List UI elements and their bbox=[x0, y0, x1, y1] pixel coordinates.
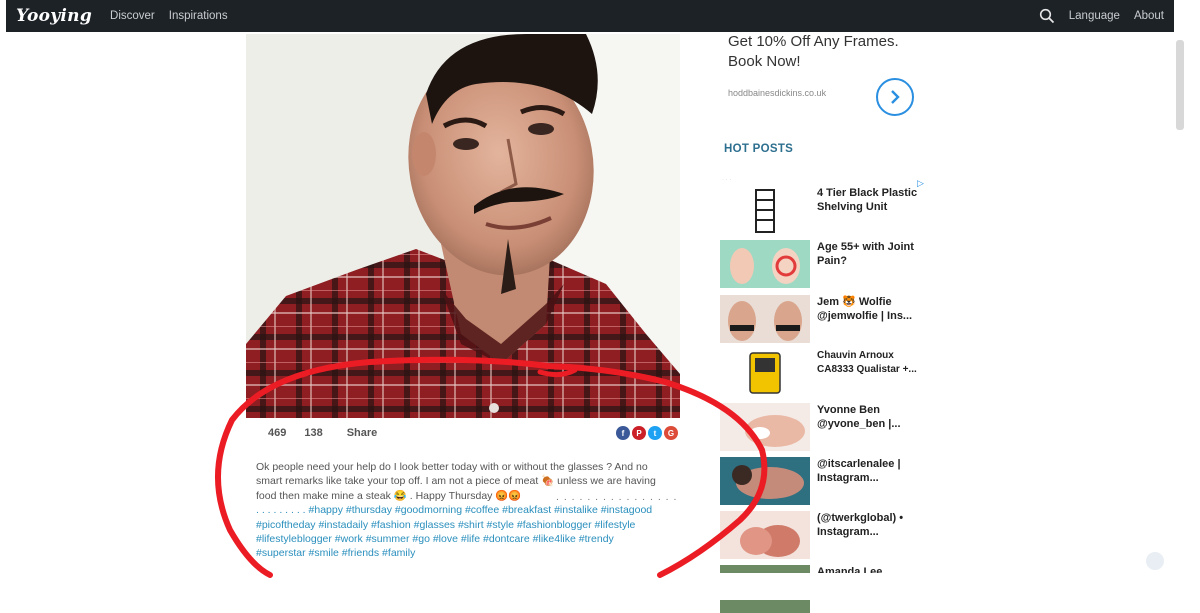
hashtags-line[interactable]: #picoftheday #instadaily #fashion #glass… bbox=[256, 518, 676, 532]
post-thumbnail[interactable] bbox=[720, 295, 810, 343]
nav-link-about[interactable]: About bbox=[1134, 10, 1164, 22]
post-title[interactable]: Jem 🐯 Wolfie @jemwolfie | Ins... bbox=[817, 295, 927, 343]
post-photo[interactable] bbox=[246, 34, 680, 418]
post-thumbnail[interactable] bbox=[720, 349, 810, 397]
share-button[interactable]: Share bbox=[347, 427, 378, 439]
hot-post-item[interactable]: 4 Tier Black Plastic Shelving Unit bbox=[720, 186, 930, 234]
hot-posts-title: HOT POSTS bbox=[724, 143, 794, 155]
post-thumbnail[interactable] bbox=[720, 457, 810, 505]
hot-post-item[interactable]: @itscarlenalee | Instagram... bbox=[720, 457, 930, 505]
hashtags-line[interactable]: . . . . . . . . . #happy #thursday #good… bbox=[256, 503, 676, 517]
like-count[interactable]: 469 bbox=[268, 427, 286, 439]
hot-post-item[interactable]: Age 55+ with Joint Pain? bbox=[720, 240, 930, 288]
hashtags-line[interactable]: #superstar #smile #friends #family bbox=[256, 546, 676, 560]
post-actions-bar: 469 138 Share f P t G bbox=[246, 422, 680, 444]
post-thumbnail[interactable] bbox=[720, 240, 810, 288]
post-thumbnail[interactable] bbox=[720, 186, 810, 234]
caption-dots: . . . . . . . . . . . . . . . . . . . . … bbox=[556, 491, 676, 503]
facebook-icon[interactable]: f bbox=[616, 426, 630, 440]
nav-link-discover[interactable]: Discover bbox=[110, 10, 155, 22]
post-title[interactable]: (@twerkglobal) • Instagram... bbox=[817, 511, 927, 559]
post-title[interactable]: Age 55+ with Joint Pain? bbox=[817, 240, 927, 288]
nav-right-group: Language About bbox=[1039, 8, 1164, 24]
chat-icon[interactable] bbox=[1146, 552, 1164, 570]
site-logo[interactable]: Yooying bbox=[16, 6, 92, 26]
post-title[interactable]: Yvonne Ben @yvone_ben |... bbox=[817, 403, 927, 451]
top-navbar: Yooying Discover Inspirations Language A… bbox=[6, 0, 1174, 32]
post-title[interactable]: @itscarlenalee | Instagram... bbox=[817, 457, 927, 505]
page-scrollbar[interactable] bbox=[1176, 40, 1184, 130]
ad-headline[interactable]: Get 10% Off Any Frames. Book Now! bbox=[728, 32, 928, 72]
sidebar-ad[interactable]: Get 10% Off Any Frames. Book Now! hoddba… bbox=[728, 32, 928, 116]
post-thumbnail[interactable] bbox=[720, 403, 810, 451]
hashtags-line[interactable]: #lifestyleblogger #work #summer #go #lov… bbox=[256, 532, 676, 546]
hot-post-item[interactable]: Chauvin Arnoux CA8333 Qualistar +... bbox=[720, 349, 930, 397]
chevron-right-icon[interactable] bbox=[876, 78, 914, 116]
post-title[interactable]: 4 Tier Black Plastic Shelving Unit bbox=[817, 186, 927, 234]
post-caption: Ok people need your help do I look bette… bbox=[256, 460, 676, 561]
google-plus-icon[interactable]: G bbox=[664, 426, 678, 440]
hot-post-item[interactable]: Jem 🐯 Wolfie @jemwolfie | Ins... bbox=[720, 295, 930, 343]
search-icon[interactable] bbox=[1039, 8, 1055, 24]
post-thumbnail[interactable] bbox=[720, 511, 810, 559]
post-title[interactable]: Chauvin Arnoux CA8333 Qualistar +... bbox=[817, 349, 927, 397]
nav-link-inspirations[interactable]: Inspirations bbox=[169, 10, 228, 22]
twitter-icon[interactable]: t bbox=[648, 426, 662, 440]
hot-post-item[interactable]: (@twerkglobal) • Instagram... bbox=[720, 511, 930, 559]
comment-count[interactable]: 138 bbox=[304, 427, 322, 439]
social-share-icons: f P t G bbox=[616, 426, 678, 440]
pinterest-icon[interactable]: P bbox=[632, 426, 646, 440]
ad-label: · · · bbox=[722, 177, 732, 183]
nav-link-language[interactable]: Language bbox=[1069, 10, 1120, 22]
hot-post-item[interactable]: Yvonne Ben @yvone_ben |... bbox=[720, 403, 930, 451]
page-footer-blank bbox=[0, 573, 1200, 600]
